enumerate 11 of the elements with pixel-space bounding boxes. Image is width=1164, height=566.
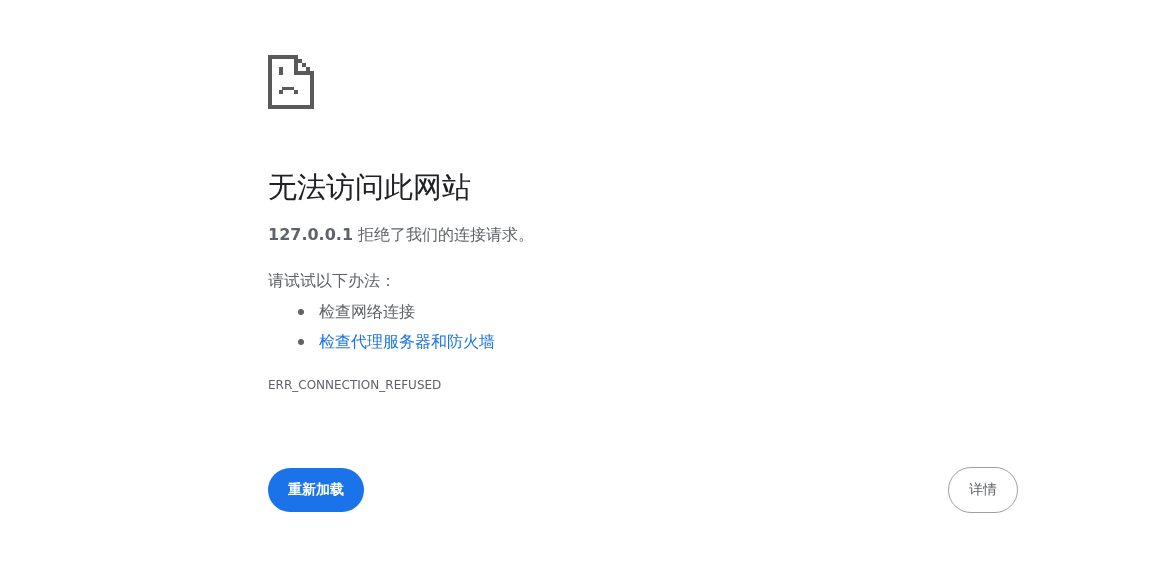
bullet-icon [298,309,304,315]
error-code: ERR_CONNECTION_REFUSED [268,377,443,393]
page-heading: 无法访问此网站 [268,169,472,205]
reload-button[interactable]: 重新加载 [268,468,364,512]
suggestion-text: 检查网络连接 [319,301,415,323]
suggestions-intro: 请试试以下办法： [268,270,397,292]
bullet-icon [298,339,304,345]
error-message: 127.0.0.1 拒绝了我们的连接请求。 [268,224,536,246]
suggestion-link[interactable]: 检查代理服务器和防火墙 [319,331,495,353]
sad-page-icon [268,55,314,109]
details-button[interactable]: 详情 [948,467,1018,513]
